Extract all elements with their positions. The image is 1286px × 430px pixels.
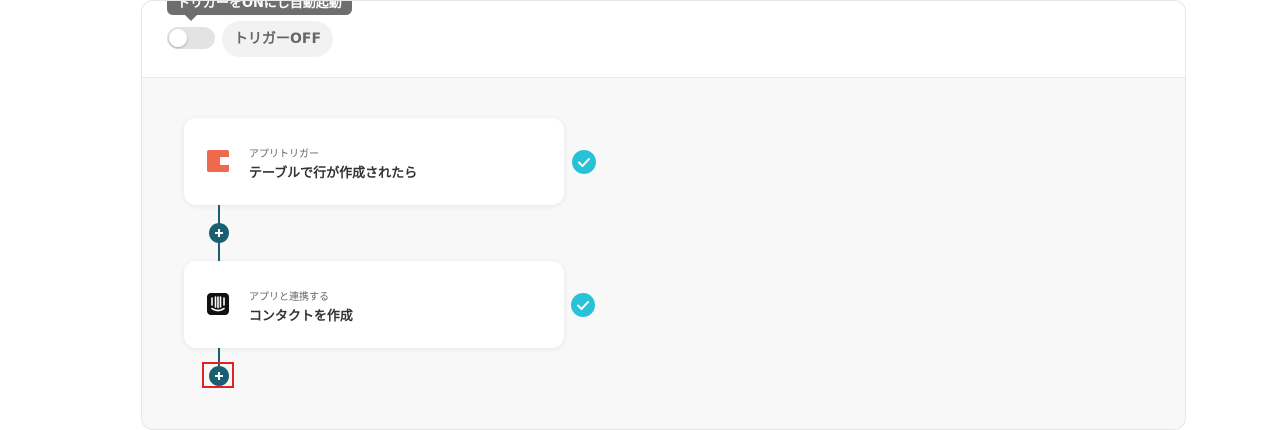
flow-step-card-2[interactable]: アプリと連携する コンタクトを作成 [184,261,564,348]
flow-editor-panel: トリガーOFF トリガーをONにし自動起動 アプリトリガー テーブルで行が作成さ… [141,0,1186,430]
flow-canvas: アプリトリガー テーブルで行が作成されたら アプリと連携する コンタクトを作成 [142,78,1185,429]
step-kind-label: アプリトリガー [249,149,319,160]
trigger-tooltip: トリガーをONにし自動起動 [167,1,352,15]
step-title: コンタクトを作成 [249,309,354,324]
check-icon [571,293,595,317]
trigger-status-label: トリガーOFF [222,21,334,57]
add-step-button-1[interactable] [209,223,229,243]
flow-step-card-1[interactable]: アプリトリガー テーブルで行が作成されたら [184,118,564,205]
toggle-knob [169,29,187,47]
intercom-app-icon [206,292,230,316]
check-icon [572,150,596,174]
coda-app-icon [206,149,230,173]
tooltip-arrow [185,15,197,21]
highlight-box [202,362,234,388]
trigger-toggle[interactable] [167,27,215,49]
panel-header: トリガーOFF トリガーをONにし自動起動 [142,1,1185,78]
plus-icon [215,229,223,237]
step-title: テーブルで行が作成されたら [249,166,418,181]
step-kind-label: アプリと連携する [249,292,329,303]
